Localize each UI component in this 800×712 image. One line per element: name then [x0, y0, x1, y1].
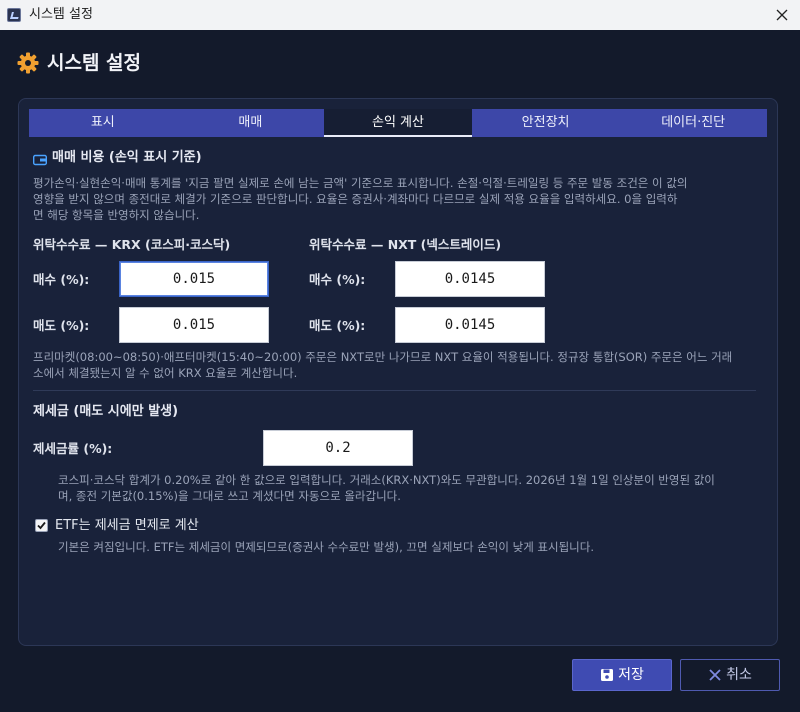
nxt-commission-title: 위탁수수료 — NXT (넥스트레이드): [309, 237, 502, 252]
nxt-sell-field[interactable]: 0.0145: [395, 307, 545, 343]
cost-description-line: 면 해당 항목을 반영하지 않습니다.: [33, 208, 200, 222]
etf-exempt-checkbox[interactable]: [35, 519, 48, 532]
page-title: 시스템 설정: [47, 52, 142, 74]
cost-section-description: 평가손익·실현손익·매매 통계를 '지금 팔면 실제로 손에 남는 금액' 기준…: [33, 175, 759, 223]
krx-buy-field[interactable]: 0.015: [119, 261, 269, 297]
market-note-line: 프리마켓(08:00~08:50)·애프터마켓(15:40~20:00) 주문은…: [33, 350, 733, 364]
cancel-button[interactable]: 취소: [680, 659, 780, 691]
etf-exempt-note: 기본은 켜짐입니다. ETF는 제세금이 면제되므로(증권사 수수료만 발생),…: [58, 540, 594, 554]
tab-pnl-calculation[interactable]: 손익 계산: [324, 109, 472, 137]
cost-section-title: 매매 비용 (손익 표시 기준): [52, 150, 202, 165]
tax-rate-field[interactable]: 0.2: [263, 430, 413, 466]
tax-note-line: 며, 종전 기본값(0.15%)을 그대로 쓰고 계셨다면 자동으로 올라갑니다…: [58, 489, 401, 503]
close-icon[interactable]: [770, 3, 794, 27]
market-hours-note: 프리마켓(08:00~08:50)·애프터마켓(15:40~20:00) 주문은…: [33, 349, 759, 381]
cost-description-line: 평가손익·실현손익·매매 통계를 '지금 팔면 실제로 손에 남는 금액' 기준…: [33, 176, 688, 190]
tax-section-title: 제세금 (매도 시에만 발생): [33, 404, 179, 419]
tax-note-line: 코스피·코스닥 합계가 0.20%로 같아 한 값으로 입력합니다. 거래소(K…: [58, 473, 715, 487]
tab-trading[interactable]: 매매: [177, 109, 325, 137]
tab-safety[interactable]: 안전장치: [472, 109, 620, 137]
section-divider: [33, 390, 756, 391]
checkmark-icon: [37, 521, 46, 530]
krx-buy-label: 매수 (%):: [33, 272, 90, 287]
window-title: 시스템 설정: [29, 7, 93, 22]
cancel-button-label: 취소: [726, 667, 752, 683]
krx-sell-field[interactable]: 0.015: [119, 307, 269, 343]
nxt-buy-label: 매수 (%):: [309, 272, 366, 287]
cost-description-line: 영향을 받지 않으며 종전대로 체결가 기준으로 판단합니다. 요율은 증권사·…: [33, 192, 678, 206]
tax-rate-label: 제세금률 (%):: [33, 441, 113, 456]
app-icon: [7, 8, 21, 22]
krx-sell-label: 매도 (%):: [33, 318, 90, 333]
etf-exempt-label[interactable]: ETF는 제세금 면제로 계산: [55, 517, 199, 535]
floppy-icon: [601, 669, 614, 681]
krx-commission-title: 위탁수수료 — KRX (코스피·코스닥): [33, 237, 231, 252]
tab-bar: 표시 매매 손익 계산 안전장치 데이터·진단: [29, 109, 767, 137]
save-button[interactable]: 저장: [572, 659, 672, 691]
save-button-label: 저장: [618, 667, 644, 683]
tax-note: 코스피·코스닥 합계가 0.20%로 같아 한 값으로 입력합니다. 거래소(K…: [58, 472, 758, 504]
gear-icon: [16, 51, 40, 75]
wallet-icon: [32, 151, 48, 166]
tab-display[interactable]: 표시: [29, 109, 177, 137]
nxt-buy-field[interactable]: 0.0145: [395, 261, 545, 297]
market-note-line: 소에서 체결됐는지 알 수 없어 KRX 요율로 계산합니다.: [33, 366, 298, 380]
window-titlebar: 시스템 설정: [0, 0, 800, 30]
tab-data-diagnostics[interactable]: 데이터·진단: [619, 109, 767, 137]
x-icon: [709, 669, 721, 681]
nxt-sell-label: 매도 (%):: [309, 318, 366, 333]
